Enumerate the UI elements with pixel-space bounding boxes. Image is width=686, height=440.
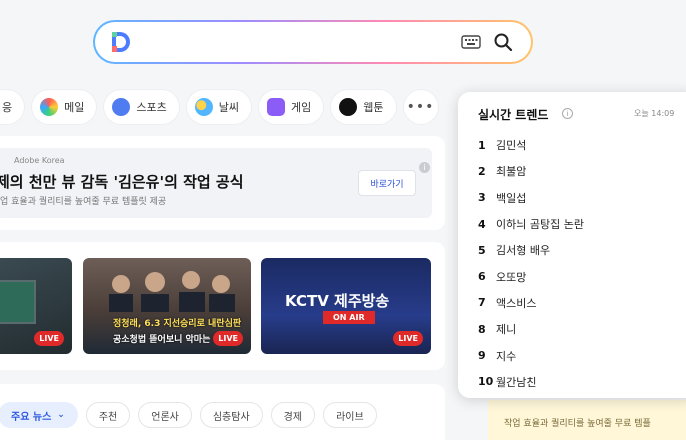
trend-rank: 7 (478, 296, 486, 310)
ad-sponsor: Adobe Korea (14, 156, 65, 165)
service-chip-sports[interactable]: 스포츠 (104, 90, 179, 124)
channel-name: KCTV 제주방송 (285, 292, 390, 310)
trend-list: 1 김민석 2 최불암 3 백일섭 4 이하늬 곰탕집 논란 5 김서형 배우 6 오또망 … (478, 132, 584, 395)
ad-title[interactable]: 제의 천만 뷰 감독 '김은유'의 작업 공식 (0, 171, 244, 192)
sports-icon (112, 98, 131, 116)
trend-keyword: 김민석 (496, 139, 527, 153)
people-image (109, 271, 235, 312)
side-ad-banner[interactable]: 작업 효율과 퀄리티를 높여줄 무료 템플 (488, 400, 686, 440)
trend-item[interactable]: 10 월간남친 (478, 369, 584, 395)
news-section: 주요 뉴스 ⌄ 주천 언론사 심층탐사 경제 라이브 (0, 384, 445, 440)
tab-main-news[interactable]: 주요 뉴스 ⌄ (0, 402, 78, 428)
tab-label: 언론사 (151, 411, 179, 423)
trend-item[interactable]: 8 제니 (478, 316, 584, 342)
trend-keyword: 김서형 배우 (496, 244, 551, 258)
mail-icon (40, 98, 59, 116)
news-headline: 정청래, 6.3 지선승리로 내란심판 (113, 319, 242, 329)
ad-go-button[interactable]: 바로가기 (358, 170, 416, 196)
service-chip-game[interactable]: 게임 (259, 90, 324, 124)
trend-timestamp: 오늘 14:09 (634, 109, 675, 118)
live-badge: LIVE (34, 331, 64, 346)
tab-label: 심층탐사 (212, 411, 250, 423)
service-label: 응 (2, 101, 13, 114)
trend-item[interactable]: 6 오또망 (478, 263, 584, 289)
daum-logo-icon (112, 32, 130, 52)
trend-rank: 8 (478, 322, 486, 336)
tab-label: 라이브 (336, 411, 364, 423)
live-thumbnail[interactable]: 정청래, 6.3 지선승리로 내란심판 공소청법 뜯어보니 악마는 디테일 LI… (83, 258, 251, 354)
keyboard-icon[interactable] (461, 34, 481, 50)
trend-rank: 6 (478, 270, 486, 284)
service-chip-webtoon[interactable]: 웹툰 (331, 90, 396, 124)
trend-keyword: 액스비스 (496, 296, 537, 310)
search-bar[interactable] (93, 20, 533, 64)
tab-press[interactable]: 언론사 (138, 402, 192, 428)
trend-item[interactable]: 3 백일섭 (478, 185, 584, 211)
realtime-trend-panel: 실시간 트렌드 i 오늘 14:09 1 김민석 2 최불암 3 백일섭 4 이하늬 곰… (458, 92, 686, 398)
live-video-card: LIVE 정청래, 6.3 지선승리로 내란심판 공소청법 뜯어보니 악마는 디… (0, 242, 445, 370)
ad-description: 업 효율과 퀄리티를 높여줄 무료 템플릿 제공 (0, 197, 167, 207)
weather-icon (194, 98, 213, 116)
trend-item[interactable]: 9 지수 (478, 342, 584, 368)
service-chip-weather[interactable]: 날씨 (186, 90, 251, 124)
service-chip-shopping[interactable]: 응 (0, 90, 25, 124)
more-services-button[interactable]: ••• (403, 90, 438, 124)
more-icon: ••• (406, 99, 435, 115)
trend-item[interactable]: 2 최불암 (478, 158, 584, 184)
service-label: 웹툰 (363, 101, 384, 114)
trend-item[interactable]: 7 액스비스 (478, 290, 584, 316)
chevron-down-icon: ⌄ (57, 410, 65, 420)
trend-rank: 10 (478, 375, 494, 389)
service-label: 메일 (64, 101, 85, 114)
live-badge: LIVE (213, 331, 243, 346)
ad-banner[interactable]: Adobe Korea 제의 천만 뷰 감독 '김은유'의 작업 공식 업 효율… (0, 148, 432, 218)
service-label: 게임 (291, 101, 312, 114)
trend-rank: 5 (478, 243, 486, 257)
info-icon[interactable]: i (562, 108, 573, 119)
side-ad-text: 작업 효율과 퀄리티를 높여줄 무료 템플 (504, 419, 651, 429)
trend-keyword: 이하늬 곰탕집 논란 (496, 218, 584, 232)
monitor-image (0, 280, 36, 324)
tab-label: 주천 (98, 411, 118, 423)
game-icon (267, 98, 285, 116)
tab-economy[interactable]: 경제 (270, 402, 316, 428)
tab-label: 경제 (283, 411, 303, 423)
service-shortcuts: 응 메일 스포츠 날씨 게임 웹툰 ••• (0, 90, 438, 124)
ad-info-icon[interactable]: i (419, 162, 430, 173)
tab-live[interactable]: 라이브 (323, 402, 377, 428)
trend-keyword: 지수 (496, 349, 517, 363)
webtoon-icon (339, 98, 358, 116)
trend-item[interactable]: 4 이하늬 곰탕집 논란 (478, 211, 584, 237)
trend-keyword: 오또망 (496, 270, 527, 284)
service-chip-mail[interactable]: 메일 (32, 90, 97, 124)
news-tabs: 주요 뉴스 ⌄ 주천 언론사 심층탐사 경제 라이브 (0, 402, 377, 428)
live-badge: LIVE (393, 331, 423, 346)
trend-keyword: 백일섭 (496, 191, 527, 205)
live-thumbnail[interactable]: KCTV 제주방송 ON AIR LIVE (261, 258, 431, 354)
trend-item[interactable]: 5 김서형 배우 (478, 237, 584, 263)
on-air-badge: ON AIR (323, 311, 375, 324)
trend-keyword: 최불암 (496, 165, 527, 179)
trend-keyword: 제니 (496, 323, 517, 337)
trend-rank: 9 (478, 349, 486, 363)
trend-rank: 1 (478, 138, 486, 152)
trend-rank: 4 (478, 217, 486, 231)
service-label: 날씨 (218, 101, 239, 114)
trend-title: 실시간 트렌드 (478, 108, 549, 122)
search-input[interactable] (139, 28, 439, 56)
ad-card[interactable]: Adobe Korea 제의 천만 뷰 감독 '김은유'의 작업 공식 업 효율… (0, 136, 445, 230)
tab-recommended[interactable]: 주천 (85, 402, 131, 428)
live-thumbnail[interactable]: LIVE (0, 258, 72, 354)
trend-rank: 3 (478, 191, 486, 205)
tab-in-depth[interactable]: 심층탐사 (199, 402, 263, 428)
search-icon[interactable] (493, 32, 513, 52)
trend-rank: 2 (478, 164, 486, 178)
tab-label: 주요 뉴스 (11, 411, 52, 423)
trend-keyword: 월간남친 (496, 375, 537, 389)
trend-item[interactable]: 1 김민석 (478, 132, 584, 158)
service-label: 스포츠 (136, 101, 167, 114)
